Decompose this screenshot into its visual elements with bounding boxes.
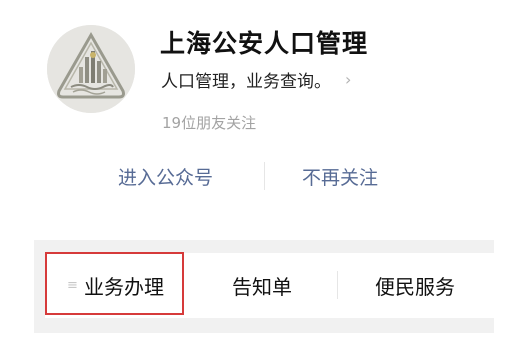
menu-divider: [337, 271, 338, 299]
menu-item-convenience[interactable]: 便民服务: [340, 253, 490, 318]
menu-item-label: 便民服务: [375, 275, 455, 299]
account-description: 人口管理，业务查询。: [161, 72, 331, 92]
menu-item-label: 告知单: [232, 275, 292, 299]
menu-item-label: 业务办理: [83, 275, 164, 299]
unfollow-button[interactable]: 不再关注: [302, 163, 378, 190]
account-name: 上海公安人口管理: [160, 29, 369, 58]
account-profile-page: 上海公安人口管理 人口管理，业务查询。 › 19位朋友关注 进入公众号 不再关注…: [0, 0, 514, 347]
enter-account-button[interactable]: 进入公众号: [118, 163, 213, 190]
action-divider: [264, 162, 265, 190]
friends-following-count: 19位朋友关注: [162, 114, 257, 132]
menu-list-icon: ≡: [67, 278, 78, 293]
menu-item-notice[interactable]: 告知单: [197, 253, 327, 318]
menu-item-business[interactable]: ≡ 业务办理: [45, 253, 186, 318]
account-description-link[interactable]: 人口管理，业务查询。 ›: [161, 67, 351, 92]
account-avatar[interactable]: [47, 25, 135, 113]
shanghai-police-emblem-icon: [47, 25, 135, 113]
chevron-right-icon: ›: [345, 70, 352, 89]
